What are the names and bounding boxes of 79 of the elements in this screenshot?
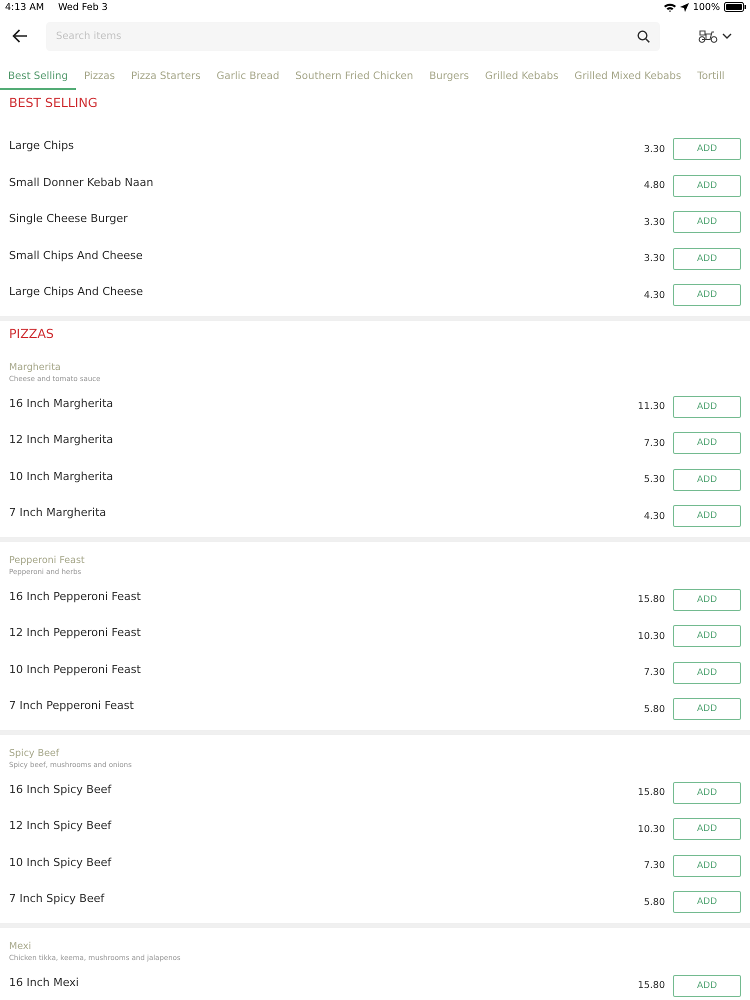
status-time: 4:13 AM	[5, 2, 44, 12]
add-button[interactable]: ADD	[673, 625, 741, 648]
item-name: 7 Inch Spicy Beef	[9, 892, 106, 906]
add-button[interactable]: ADD	[673, 974, 741, 997]
add-button[interactable]: ADD	[673, 468, 741, 491]
add-button[interactable]: ADD	[673, 698, 741, 720]
item-price: 3.30	[644, 144, 665, 155]
add-button[interactable]: ADD	[673, 505, 741, 528]
item-name: 7 Inch Pepperoni Feast	[9, 699, 135, 712]
add-button[interactable]: ADD	[673, 818, 741, 840]
item-price: 11.30	[638, 401, 665, 412]
item-name: 16 Inch Spicy Beef	[9, 782, 112, 796]
item-name: 12 Inch Margherita	[9, 433, 114, 446]
battery-percent: 100%	[692, 2, 720, 12]
group-name: Spicy Beef	[8, 746, 60, 758]
group-name: Mexi	[8, 940, 32, 952]
section-title: BEST SELLING	[8, 94, 99, 112]
item-price: 4.80	[644, 180, 665, 192]
group-name: Pepperoni Feast	[8, 554, 86, 566]
back-arrow-icon[interactable]	[12, 29, 28, 43]
item-name: 10 Inch Pepperoni Feast	[9, 662, 142, 676]
item-price: 5.30	[644, 474, 665, 486]
item-name: Small Chips And Cheese	[9, 248, 144, 262]
item-name: 10 Inch Margherita	[9, 470, 114, 483]
item-price: 7.30	[644, 438, 665, 449]
add-button[interactable]: ADD	[673, 211, 741, 234]
wifi-icon	[664, 2, 676, 12]
status-date: Wed Feb 3	[58, 2, 108, 12]
item-name: 12 Inch Pepperoni Feast	[9, 626, 142, 640]
item-price: 4.30	[644, 510, 665, 522]
category-tab[interactable]: Southern Fried Chicken	[287, 58, 422, 90]
add-button[interactable]: ADD	[673, 782, 741, 804]
item-name: Large Chips And Cheese	[9, 285, 144, 298]
item-name: 12 Inch Spicy Beef	[9, 819, 112, 832]
item-name: 16 Inch Pepperoni Feast	[9, 590, 142, 603]
item-price: 3.30	[644, 253, 665, 264]
battery-icon	[724, 2, 746, 12]
add-button[interactable]: ADD	[673, 138, 741, 160]
category-tab[interactable]: Pizzas	[76, 58, 123, 90]
item-name: Single Cheese Burger	[9, 212, 129, 226]
section-title: PIZZAS	[8, 324, 55, 342]
location-arrow-icon	[680, 2, 689, 12]
item-name: Small Donner Kebab Naan	[9, 176, 154, 189]
item-name: Large Chips	[9, 139, 75, 152]
add-button[interactable]: ADD	[673, 662, 741, 684]
item-price: 10.30	[638, 630, 665, 642]
add-button[interactable]: ADD	[673, 432, 741, 454]
item-name: 7 Inch Margherita	[9, 506, 108, 520]
item-price: 15.80	[638, 594, 665, 606]
item-price: 10.30	[638, 824, 665, 835]
add-button[interactable]: ADD	[673, 284, 741, 306]
item-name: 16 Inch Margherita	[9, 396, 114, 410]
item-price: 15.80	[638, 787, 665, 798]
category-tab[interactable]: Pizza Starters	[122, 58, 209, 90]
category-tab[interactable]: Grilled Kebabs	[476, 58, 566, 90]
item-price: 5.80	[644, 704, 665, 715]
category-tab[interactable]: Burgers	[421, 58, 477, 90]
add-button[interactable]: ADD	[673, 891, 741, 914]
item-price: 7.30	[644, 667, 665, 678]
item-price: 5.80	[644, 896, 665, 908]
item-name: 10 Inch Spicy Beef	[9, 856, 112, 869]
item-price: 3.30	[644, 216, 665, 228]
search-icon[interactable]	[637, 30, 650, 42]
add-button[interactable]: ADD	[673, 248, 741, 270]
category-tab[interactable]: Tortill	[689, 58, 733, 90]
category-tab[interactable]: Best Selling	[0, 58, 76, 90]
group-name: Margherita	[8, 360, 62, 372]
item-name: 16 Inch Mexi	[9, 976, 80, 989]
scooter-icon[interactable]	[698, 29, 718, 43]
item-price: 15.80	[638, 980, 665, 992]
add-button[interactable]: ADD	[673, 174, 741, 197]
category-tab[interactable]: Garlic Bread	[208, 58, 288, 90]
item-price: 4.30	[644, 290, 665, 301]
chevron-down-icon[interactable]	[722, 33, 732, 39]
category-tab[interactable]: Grilled Mixed Kebabs	[566, 58, 690, 90]
item-price: 7.30	[644, 860, 665, 872]
add-button[interactable]: ADD	[673, 396, 741, 418]
add-button[interactable]: ADD	[673, 588, 741, 611]
add-button[interactable]: ADD	[673, 854, 741, 877]
